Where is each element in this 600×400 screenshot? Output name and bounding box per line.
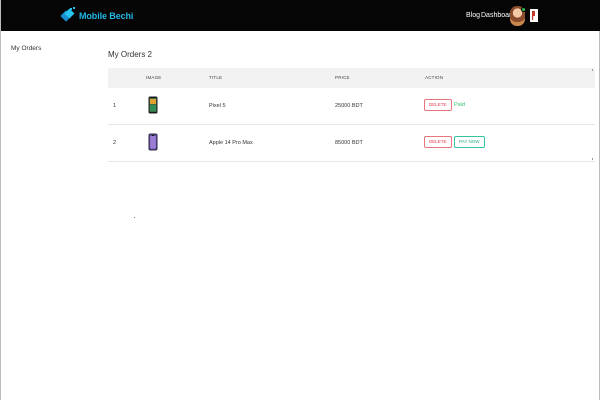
column-header-title: TITLE — [209, 75, 223, 80]
product-image — [148, 96, 158, 114]
column-header-action: ACTION — [425, 75, 444, 80]
table-row: 2 Apple 14 Pro Max 85000 BDT DELETE PAY … — [108, 125, 595, 162]
product-image — [148, 133, 158, 151]
page-title: My Orders 2 — [108, 50, 153, 59]
orders-table: IMAGE TITLE PRICE ACTION 1 Pixel 5 25000… — [108, 68, 595, 162]
delete-button[interactable]: DELETE — [424, 99, 452, 111]
row-index: 1 — [113, 103, 117, 109]
logo-icon[interactable] — [59, 6, 77, 24]
divider — [134, 217, 135, 218]
table-row: 1 Pixel 5 25000 BDT DELETE Paid — [108, 88, 595, 125]
scrollbar-up-arrow[interactable] — [592, 69, 593, 71]
product-price: 25000 BDT — [335, 103, 363, 109]
scrollbar-down-arrow[interactable] — [592, 158, 593, 160]
nav-blog-link[interactable]: Blog — [466, 12, 480, 19]
column-header-image: IMAGE — [146, 75, 162, 80]
product-price: 85000 BDT — [335, 140, 363, 146]
product-title: Pixel 5 — [209, 103, 226, 109]
logout-icon[interactable] — [529, 9, 539, 22]
top-navbar: Mobile Bechi Blog Dashboard — [1, 0, 600, 31]
sidebar-item-my-orders[interactable]: My Orders — [11, 45, 41, 52]
product-title: Apple 14 Pro Max — [209, 140, 253, 146]
column-header-price: PRICE — [335, 75, 350, 80]
brand-name[interactable]: Mobile Bechi — [79, 11, 133, 21]
paid-status: Paid — [454, 102, 466, 108]
page: Mobile Bechi Blog Dashboard My Orders My… — [0, 0, 600, 400]
row-index: 2 — [113, 140, 117, 146]
online-status-icon — [521, 7, 526, 12]
delete-button[interactable]: DELETE — [424, 136, 452, 148]
pay-now-button[interactable]: PAY NOW — [454, 136, 485, 148]
table-header: IMAGE TITLE PRICE ACTION — [108, 68, 595, 88]
